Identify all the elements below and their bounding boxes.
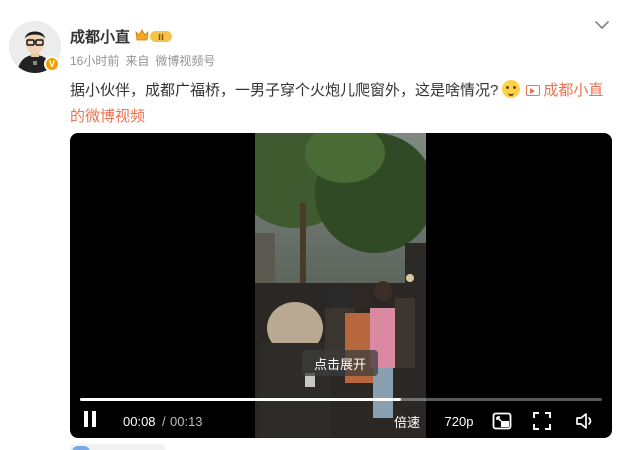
post-time[interactable]: 16小时前 (70, 54, 119, 68)
post-body: 据小伙伴，成都广福桥，一男子穿个火炮儿爬窗外，这是啥情况? (70, 82, 499, 99)
verified-badge-icon: V (44, 56, 60, 72)
next-post-avatar (72, 446, 90, 450)
time-separator: / (162, 413, 166, 429)
post-text: 据小伙伴，成都广福桥，一男子穿个火炮儿爬窗外，这是啥情况? 成都小直的微博视频 (70, 78, 615, 130)
total-time: 00:13 (170, 413, 203, 429)
post-meta: 16小时前 来自 微博视频号 (70, 52, 221, 69)
source-prefix: 来自 (125, 54, 150, 68)
player-controls: 00:08 / 00:13 倍速 720p (70, 405, 612, 437)
video-thumbnail (255, 133, 426, 438)
current-time: 00:08 (123, 413, 156, 429)
volume-icon (576, 413, 592, 429)
picture-in-picture-button[interactable] (490, 405, 514, 437)
verified-mark: V (48, 59, 55, 69)
video-frame[interactable] (255, 133, 426, 438)
expand-button[interactable]: 点击展开 (302, 350, 378, 376)
pause-button[interactable] (79, 405, 101, 437)
video-link-icon (526, 85, 541, 96)
volume-button[interactable] (573, 405, 597, 437)
post-source[interactable]: 微博视频号 (155, 54, 215, 68)
author-name[interactable]: 成都小直 (70, 26, 130, 47)
progress-bar[interactable] (80, 398, 602, 401)
fullscreen-icon (533, 412, 551, 430)
member-level: II (158, 33, 164, 42)
video-player[interactable]: 点击展开 00:08 / 00:13 倍速 720p (70, 133, 612, 438)
quality-button[interactable]: 720p (441, 405, 477, 437)
speed-button[interactable]: 倍速 (392, 405, 422, 437)
doge-emoji-icon (502, 80, 521, 98)
weibo-post-card: V 成都小直 II 16小时前 来自 微博视频号 据小伙伴，成都广福桥，一男子穿个火… (0, 0, 625, 450)
picture-in-picture-icon (492, 412, 512, 430)
progress-fill (80, 398, 402, 401)
pause-icon (82, 410, 98, 432)
member-badge-icon[interactable]: II (135, 28, 173, 44)
fullscreen-button[interactable] (530, 405, 554, 437)
chevron-down-icon[interactable] (593, 18, 611, 32)
